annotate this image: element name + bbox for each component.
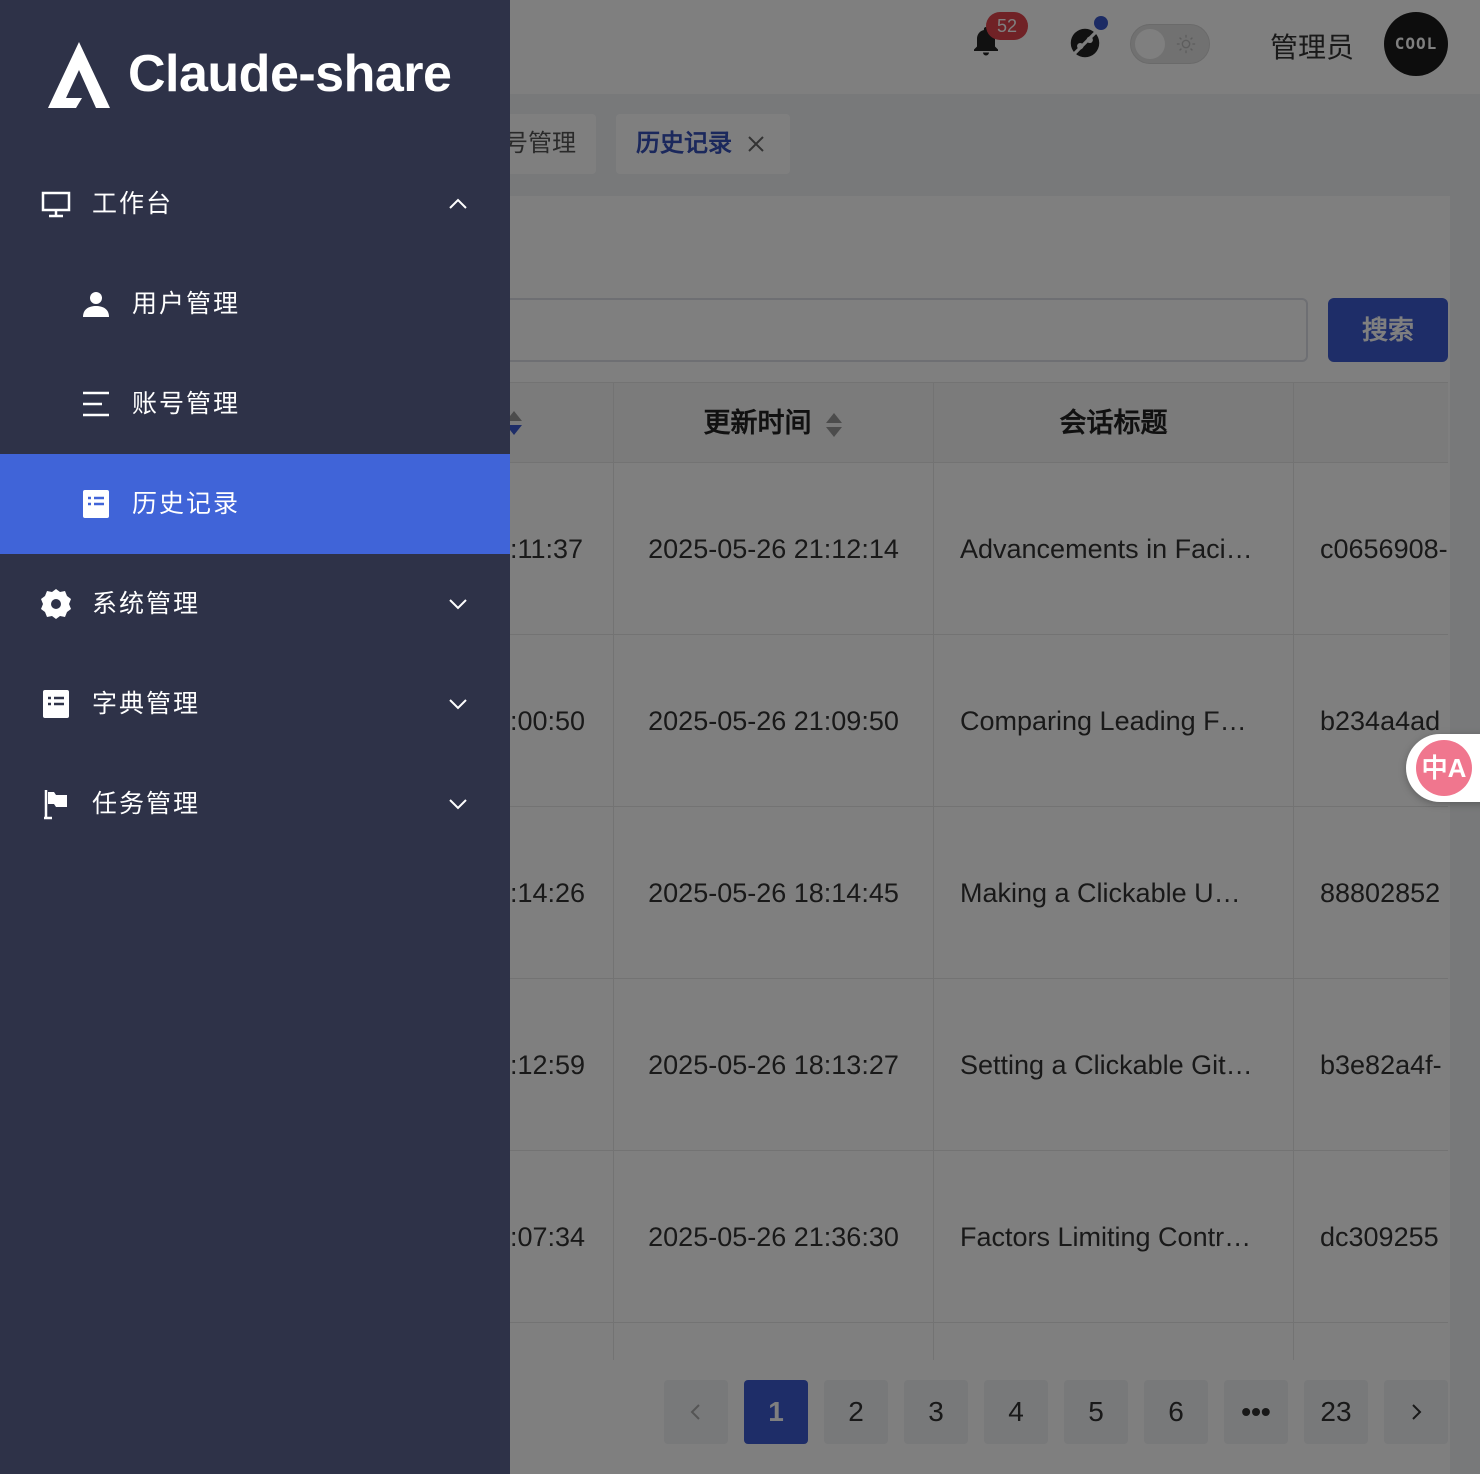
sidebar-item-system-management[interactable]: 系统管理 <box>0 554 510 654</box>
document-icon <box>83 490 109 518</box>
sidebar-item-account-management[interactable]: 账号管理 <box>0 354 510 454</box>
logo-icon <box>48 42 110 108</box>
sidebar-item-label: 字典管理 <box>92 690 201 718</box>
sidebar-item-label: 任务管理 <box>92 790 201 818</box>
sidebar-item-history[interactable]: 历史记录 <box>0 454 510 554</box>
sidebar-item-task-management[interactable]: 任务管理 <box>0 754 510 854</box>
chevron-down-icon <box>449 799 467 810</box>
list-icon <box>83 391 109 417</box>
chevron-down-icon <box>449 699 467 710</box>
sidebar-item-dictionary-management[interactable]: 字典管理 <box>0 654 510 754</box>
chevron-down-icon <box>449 599 467 610</box>
sidebar-item-label: 账号管理 <box>132 390 241 418</box>
gear-icon <box>41 589 71 619</box>
monitor-icon <box>41 191 71 218</box>
chevron-up-icon <box>449 198 467 209</box>
sidebar-item-user-management[interactable]: 用户管理 <box>0 254 510 354</box>
brand-name: Claude-share <box>128 45 452 103</box>
sidebar-item-label: 系统管理 <box>92 590 201 618</box>
sidebar-item-label: 历史记录 <box>132 490 241 518</box>
brand-logo[interactable]: Claude-share <box>48 38 488 114</box>
user-icon <box>83 292 109 317</box>
translate-button[interactable]: 中A <box>1406 734 1480 802</box>
translate-icon: 中A <box>1416 740 1472 796</box>
document-icon <box>43 690 69 718</box>
sidebar-drawer: Claude-share 工作台 用户管理 账号管理 历史记录 系统管理 字典管… <box>0 0 510 1474</box>
sidebar-item-workbench[interactable]: 工作台 <box>0 154 510 254</box>
flag-icon <box>44 790 67 820</box>
sidebar-item-label: 工作台 <box>92 190 174 218</box>
sidebar-item-label: 用户管理 <box>132 290 241 318</box>
